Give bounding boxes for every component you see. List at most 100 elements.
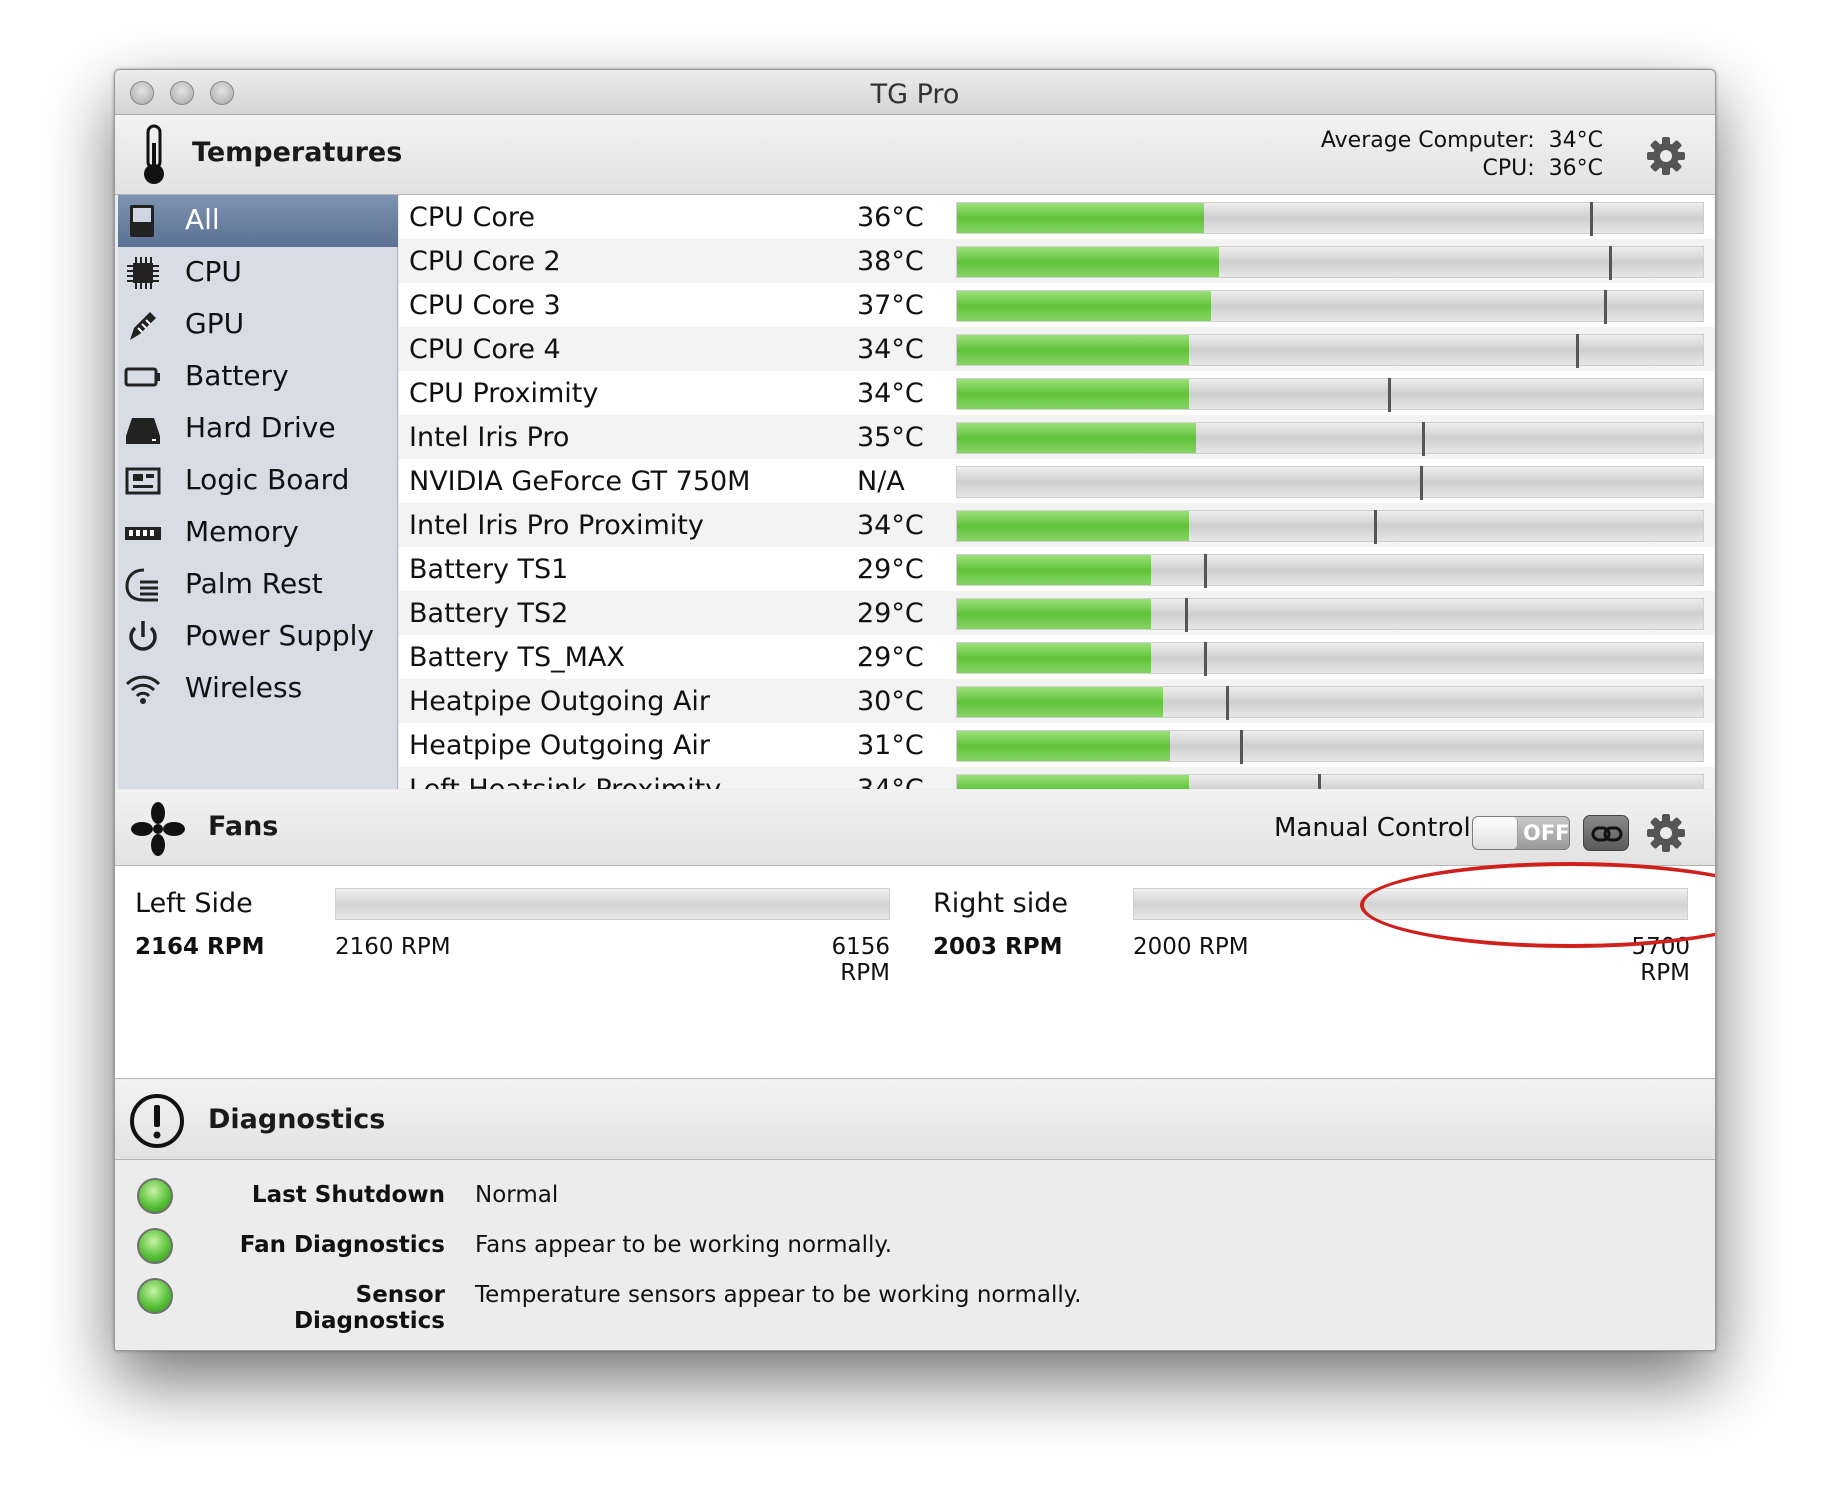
max-temperature-marker [1576,334,1579,368]
sensor-row[interactable]: CPU Core 4 34°C [399,327,1714,371]
sensor-row[interactable]: Heatpipe Outgoing Air 31°C [399,723,1714,767]
sidebar-item-logic-board[interactable]: Logic Board [118,455,398,507]
diagnostic-label: Sensor Diagnostics [293,1282,445,1334]
fans-panel: Left Side 2164 RPM 2160 RPM 6156 RPM Rig… [115,866,1715,1079]
left-fan-label: Left Side [135,888,253,919]
fans-header: Fans Manual Control OFF [115,790,1715,866]
palm-rest-icon [125,568,158,602]
left-fan-speed-bar [335,888,890,920]
sensor-row[interactable]: Intel Iris Pro Proximity 34°C [399,503,1714,547]
diagnostic-value: Temperature sensors appear to be working… [475,1282,1082,1308]
sensor-row[interactable]: Battery TS_MAX 29°C [399,635,1714,679]
status-led-icon [137,1228,173,1264]
sidebar-item-label: Hard Drive [185,411,336,444]
sidebar-item-label: Battery [185,359,289,392]
right-fan-speed-bar [1133,888,1688,920]
sensor-name: CPU Proximity [409,378,599,409]
sidebar-item-palm-rest[interactable]: Palm Rest [118,559,398,611]
sensor-table[interactable]: CPU Core 36°C CPU Core 2 38°C CPU Core 3 37°C… [399,195,1714,789]
sensor-temperature: N/A [857,466,905,497]
sensor-row[interactable]: Intel Iris Pro 35°C [399,415,1714,459]
max-temperature-marker [1590,202,1593,236]
sensor-row[interactable]: CPU Core 36°C [399,195,1714,239]
average-computer-label: Average Computer: [1320,128,1535,153]
diagnostic-row: Sensor Diagnostics Temperature sensors a… [115,1278,1715,1334]
gear-icon[interactable] [1645,812,1687,854]
exclamation-icon [130,1094,184,1148]
sidebar-item-label: Wireless [185,671,303,704]
temperatures-title: Temperatures [192,137,403,168]
temperature-bar [956,290,1704,324]
diagnostic-label: Last Shutdown [251,1182,445,1208]
sidebar-item-battery[interactable]: Battery [118,351,398,403]
link-fans-button[interactable] [1583,815,1629,851]
sidebar-item-all[interactable]: All [118,195,398,247]
sensor-name: Heatpipe Outgoing Air [409,730,711,761]
diagnostics-header: Diagnostics [115,1080,1715,1160]
sidebar-item-label: Logic Board [185,463,350,496]
sidebar-item-label: Memory [185,515,299,548]
sidebar-item-power-supply[interactable]: Power Supply [118,611,398,663]
link-icon [1591,826,1623,842]
sidebar-item-memory[interactable]: Memory [118,507,398,559]
temperature-bar-fill [957,731,1170,761]
gear-icon[interactable] [1645,135,1687,177]
temperature-bar-fill [957,335,1189,365]
right-fan-max: 5700 RPM [1631,934,1690,986]
temperature-bar-fill [957,775,1189,789]
sensor-row[interactable]: Heatpipe Outgoing Air 30°C [399,679,1714,723]
diagnostic-row: Last Shutdown Normal [115,1178,1715,1218]
sidebar-item-hard-drive[interactable]: Hard Drive [118,403,398,455]
app-window: TG Pro Temperatures Average Computer: 34… [114,69,1716,1351]
sidebar-item-gpu[interactable]: GPU [118,299,398,351]
max-temperature-marker [1420,466,1423,500]
sidebar-item-label: Power Supply [185,619,374,652]
sensor-row[interactable]: NVIDIA GeForce GT 750M N/A [399,459,1714,503]
temperature-bar-fill [957,555,1151,585]
status-led-icon [137,1278,173,1314]
sensor-row[interactable]: CPU Core 3 37°C [399,283,1714,327]
temperature-bar [956,774,1704,789]
status-led-icon [137,1178,173,1214]
toggle-knob [1473,817,1518,849]
hard-drive-icon [126,418,160,444]
sensor-row[interactable]: Battery TS2 29°C [399,591,1714,635]
battery-icon [124,367,160,387]
sensor-name: Heatpipe Outgoing Air [409,686,711,717]
sensor-name: Left Heatsink Proximity [409,774,721,789]
sidebar-item-wireless[interactable]: Wireless [118,663,398,715]
max-temperature-marker [1240,730,1243,764]
sensor-row[interactable]: Battery TS1 29°C [399,547,1714,591]
right-fan-rpm: 2003 RPM [933,934,1063,960]
max-temperature-marker [1204,554,1207,588]
sensor-temperature: 34°C [857,510,924,541]
max-temperature-marker [1374,510,1377,544]
sensor-temperature: 34°C [857,774,924,789]
average-readout: Average Computer: 34°C CPU: 36°C [1321,127,1603,183]
temperature-bar [956,466,1704,500]
gpu-icon [130,312,156,340]
temperature-bar [956,510,1704,544]
sensor-row[interactable]: Left Heatsink Proximity 34°C [399,767,1714,789]
sensor-row[interactable]: CPU Proximity 34°C [399,371,1714,415]
sensor-name: CPU Core [409,202,535,233]
sensor-name: Battery TS_MAX [409,642,625,673]
chip-icon [127,257,159,289]
diagnostic-row: Fan Diagnostics Fans appear to be workin… [115,1228,1715,1268]
cpu-average-value: 36°C [1548,156,1603,181]
sensor-temperature: 29°C [857,642,924,673]
temperature-bar [956,642,1704,676]
manual-control-label: Manual Control [1274,813,1471,843]
sensor-temperature: 29°C [857,554,924,585]
max-temperature-marker [1204,642,1207,676]
temperature-bar-fill [957,379,1189,409]
sidebar-item-label: All [185,203,220,236]
temperature-bar [956,598,1704,632]
temperature-bar [956,686,1704,720]
sensor-row[interactable]: CPU Core 2 38°C [399,239,1714,283]
sidebar-item-cpu[interactable]: CPU [118,247,398,299]
sensor-name: Intel Iris Pro [409,422,570,453]
title-bar: TG Pro [115,70,1715,115]
max-temperature-marker [1422,422,1425,456]
manual-control-toggle[interactable]: OFF [1472,816,1570,850]
